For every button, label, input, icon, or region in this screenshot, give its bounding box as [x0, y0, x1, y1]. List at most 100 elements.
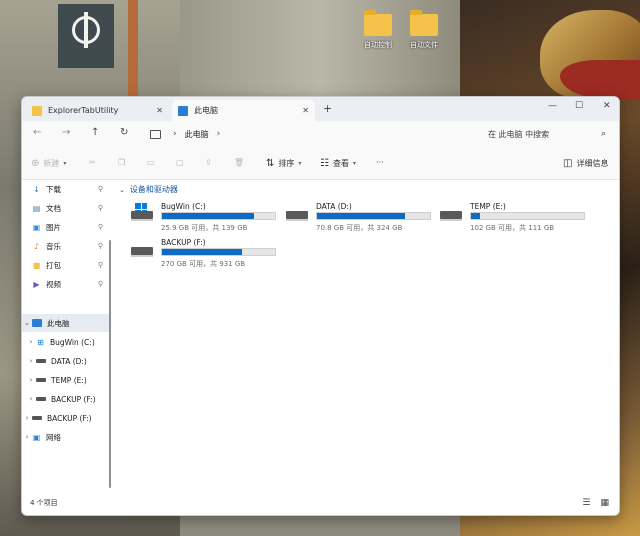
chevron-down-icon: ▾	[352, 160, 356, 167]
drive-info: 70.8 GB 可用，共 324 GB	[316, 224, 403, 232]
more-options-button[interactable]: ···	[376, 158, 384, 167]
search-input[interactable]: 在 此电脑 中搜索	[488, 129, 601, 140]
tiles-view-icon[interactable]: ▦	[600, 498, 609, 508]
new-tab-button[interactable]: +	[323, 102, 332, 115]
copy-icon[interactable]: ❐	[118, 158, 125, 167]
details-view-icon[interactable]: ☰	[582, 498, 590, 508]
document-icon: ▤	[32, 203, 41, 213]
close-window-button[interactable]: ✕	[603, 101, 611, 111]
drive-usage-fill	[162, 249, 243, 255]
drive-name: BACKUP (F:)	[161, 238, 206, 247]
pin-icon: ⚲	[97, 261, 103, 269]
navigation-bar: ← → ↑ ↻ › 此电脑 › 在 此电脑 中搜索 ⌕	[22, 121, 619, 147]
sidebar-item-drive-e[interactable]: › TEMP (E:)	[22, 371, 109, 389]
sort-button[interactable]: ⇅ 排序 ▾	[266, 158, 301, 169]
view-icon: ☷	[320, 158, 329, 169]
desktop-folder-label: 自动控制	[364, 41, 392, 49]
view-button[interactable]: ☷ 查看 ▾	[320, 158, 356, 169]
pin-icon: ⚲	[97, 204, 103, 212]
maximize-button[interactable]: ☐	[575, 101, 583, 111]
drive-tile-f[interactable]: BACKUP (F:) 270 GB 可用，共 931 GB	[131, 237, 281, 269]
item-count: 4 个项目	[30, 498, 58, 507]
drive-icon	[32, 416, 42, 420]
sidebar-item-music[interactable]: ♪ 音乐 ⚲	[22, 237, 109, 255]
sidebar-item-label: 文档	[46, 203, 61, 213]
drive-icon	[440, 211, 462, 221]
sort-label: 排序	[278, 159, 295, 168]
drive-tile-c[interactable]: BugWin (C:) 25.9 GB 可用，共 139 GB	[131, 201, 281, 233]
sidebar-item-backup[interactable]: › BACKUP (F:)	[22, 409, 109, 427]
sidebar-item-this-pc[interactable]: ⌄ 此电脑	[22, 314, 109, 332]
content-pane: ⌄ 设备和驱动器 BugWin (C:) 25.9 GB 可用，共 139 GB…	[115, 180, 619, 492]
sidebar-item-network[interactable]: › ▣ 网络	[22, 428, 109, 446]
drive-usage-bar	[161, 212, 276, 220]
sidebar-item-drive-f[interactable]: › BACKUP (F:)	[22, 390, 109, 408]
navigation-scrollbar[interactable]	[109, 180, 112, 492]
drive-info: 270 GB 可用，共 931 GB	[161, 260, 246, 268]
sidebar-item-label: BACKUP (F:)	[51, 394, 96, 404]
chevron-right-icon[interactable]: ›	[22, 414, 32, 422]
close-tab-icon[interactable]: ✕	[156, 106, 163, 115]
back-button[interactable]: ←	[33, 127, 41, 138]
computer-icon	[150, 129, 161, 139]
sidebar-item-drive-d[interactable]: › DATA (D:)	[22, 352, 109, 370]
wallpaper-stripe	[128, 0, 138, 100]
sidebar-item-downloads[interactable]: ↓ 下载 ⚲	[22, 180, 109, 198]
download-icon: ↓	[33, 184, 40, 194]
chevron-right-icon[interactable]: ›	[26, 357, 36, 365]
up-button[interactable]: ↑	[91, 127, 99, 138]
forward-button[interactable]: →	[62, 127, 70, 138]
command-bar: ⊕ 新建 ▾ ✂ ❐ ▭ ▢ ⇪ 🗑 ⇅ 排序 ▾ ☷ 查看 ▾ ··· ◫ 详…	[22, 147, 619, 180]
drive-tile-e[interactable]: TEMP (E:) 102 GB 可用，共 111 GB	[440, 201, 590, 233]
desktop-folder-1[interactable]: 自动控制	[356, 10, 400, 50]
tab-this-pc[interactable]: 此电脑 ✕	[172, 100, 315, 121]
sidebar-item-drive-c[interactable]: › ⊞ BugWin (C:)	[22, 333, 109, 351]
new-button[interactable]: ⊕ 新建 ▾	[31, 158, 66, 169]
details-button[interactable]: ◫ 详细信息	[563, 158, 608, 169]
sidebar-item-pictures[interactable]: ▣ 图片 ⚲	[22, 218, 109, 236]
delete-icon[interactable]: 🗑	[234, 158, 244, 167]
drive-tile-d[interactable]: DATA (D:) 70.8 GB 可用，共 324 GB	[286, 201, 436, 233]
drive-usage-fill	[162, 213, 254, 219]
close-tab-icon[interactable]: ✕	[302, 106, 309, 115]
drive-icon	[36, 359, 46, 363]
chevron-right-icon[interactable]: ›	[22, 433, 32, 441]
sidebar-item-videos[interactable]: ▶ 视频 ⚲	[22, 275, 109, 293]
paste-icon[interactable]: ▭	[147, 158, 155, 167]
scrollbar-thumb[interactable]	[109, 240, 111, 488]
title-bar[interactable]: ExplorerTabUtility ✕ 此电脑 ✕ + — ☐ ✕	[22, 97, 619, 121]
minimize-button[interactable]: —	[548, 101, 557, 111]
this-pc-icon	[178, 105, 188, 116]
view-label: 查看	[332, 159, 349, 168]
group-header-devices[interactable]: ⌄ 设备和驱动器	[119, 184, 178, 195]
drive-icon	[286, 211, 308, 221]
drive-usage-fill	[317, 213, 406, 219]
sidebar-item-label: BugWin (C:)	[50, 337, 95, 347]
chevron-right-icon[interactable]: ›	[26, 338, 36, 346]
rename-icon[interactable]: ▢	[176, 158, 184, 167]
pin-icon: ⚲	[97, 280, 103, 288]
breadcrumb-this-pc[interactable]: 此电脑	[185, 129, 209, 140]
sidebar-item-package[interactable]: ■ 打包 ⚲	[22, 256, 109, 274]
sidebar-item-documents[interactable]: ▤ 文档 ⚲	[22, 199, 109, 217]
cut-icon[interactable]: ✂	[89, 158, 96, 167]
chevron-right-icon[interactable]: ›	[26, 395, 36, 403]
address-bar[interactable]: › 此电脑 ›	[144, 124, 475, 144]
chevron-right-icon[interactable]: ›	[217, 129, 221, 139]
pin-icon: ⚲	[97, 185, 103, 193]
desktop-folder-2[interactable]: 自动文件	[402, 10, 446, 50]
chevron-down-icon[interactable]: ⌄	[119, 186, 125, 194]
refresh-button[interactable]: ↻	[120, 127, 128, 138]
network-icon: ▣	[32, 432, 41, 442]
chevron-right-icon[interactable]: ›	[173, 129, 177, 139]
chevron-down-icon[interactable]: ⌄	[22, 319, 32, 327]
windows-drive-icon: ⊞	[37, 337, 44, 347]
tab-explorertabutility[interactable]: ExplorerTabUtility ✕	[26, 100, 169, 121]
sidebar-item-label: 下载	[46, 184, 61, 194]
share-icon[interactable]: ⇪	[205, 158, 212, 167]
chevron-right-icon[interactable]: ›	[26, 376, 36, 384]
drive-info: 25.9 GB 可用，共 139 GB	[161, 224, 248, 232]
drive-info: 102 GB 可用，共 111 GB	[470, 224, 555, 232]
pin-icon: ⚲	[97, 223, 103, 231]
search-box[interactable]: 在 此电脑 中搜索 ⌕	[482, 124, 612, 144]
